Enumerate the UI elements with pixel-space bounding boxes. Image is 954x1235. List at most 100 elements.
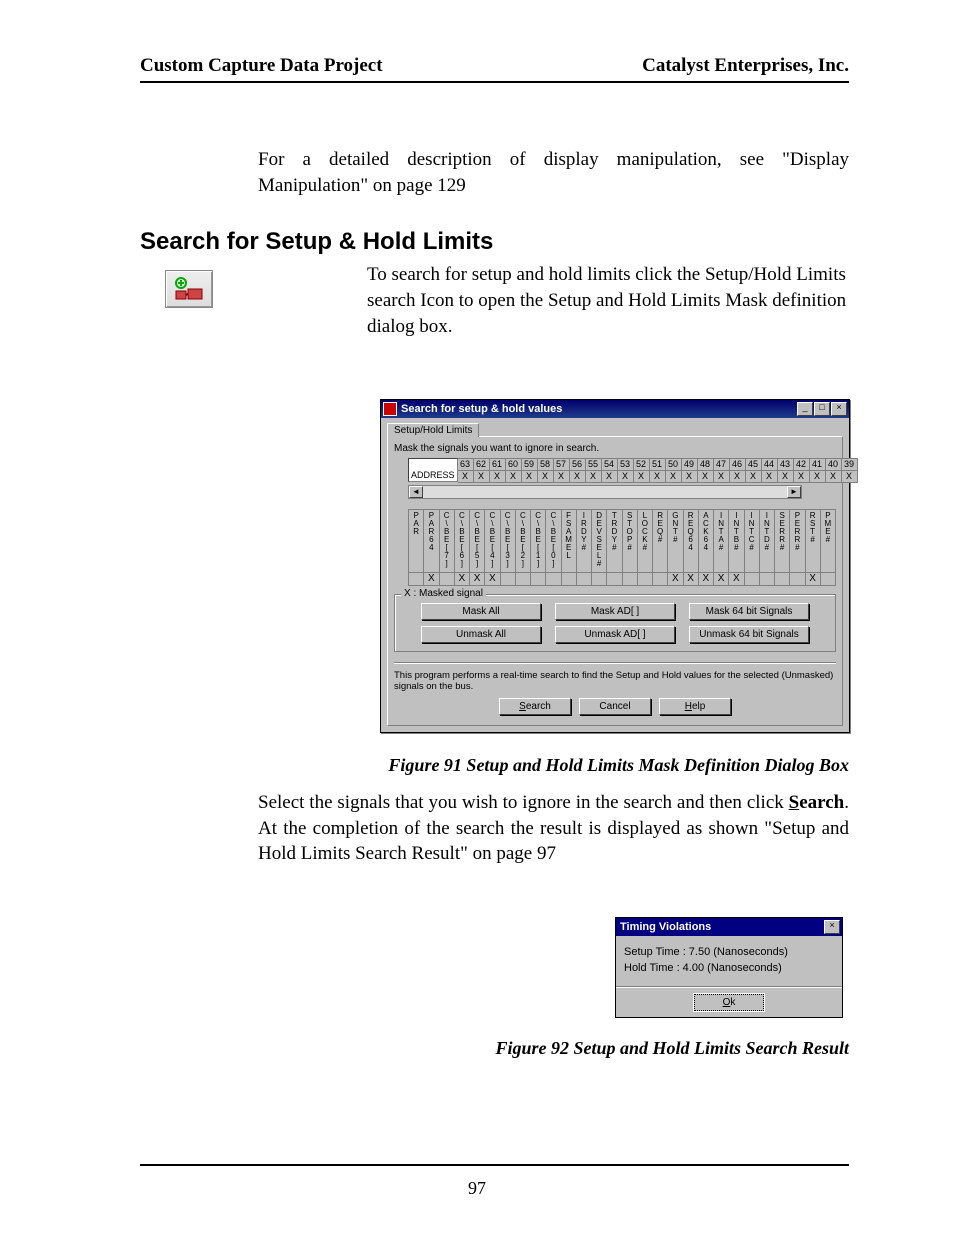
address-bit-mask-cell[interactable]: X: [490, 470, 506, 483]
signal-mask-cell[interactable]: [821, 573, 835, 585]
scroll-right-icon[interactable]: ►: [787, 486, 801, 498]
signal-mask-cell[interactable]: X: [699, 573, 713, 585]
address-bit-mask-cell[interactable]: X: [506, 470, 522, 483]
address-bit-mask-cell[interactable]: X: [730, 470, 746, 483]
setup-hold-dialog: Search for setup & hold values _ □ × Set…: [380, 399, 850, 733]
address-bit-mask-cell[interactable]: X: [698, 470, 714, 483]
address-bit-mask-cell[interactable]: X: [746, 470, 762, 483]
figure-91-caption: Figure 91 Setup and Hold Limits Mask Def…: [140, 755, 849, 776]
address-bit-mask-cell[interactable]: X: [474, 470, 490, 483]
signal-mask-cell[interactable]: [638, 573, 652, 585]
mask-ad-button[interactable]: Mask AD[ ]: [555, 603, 675, 620]
ok-button[interactable]: Ok: [694, 994, 764, 1011]
address-bit-mask-cell[interactable]: X: [794, 470, 810, 483]
dialog2-titlebar[interactable]: Timing Violations ×: [616, 918, 842, 936]
signal-name: C\BE[2]: [516, 510, 530, 573]
address-bit-mask-cell[interactable]: X: [762, 470, 778, 483]
dialog-titlebar[interactable]: Search for setup & hold values _ □ ×: [381, 400, 849, 418]
timing-violations-dialog: Timing Violations × Setup Time : 7.50 (N…: [615, 917, 843, 1018]
address-bit-number: 57: [554, 458, 570, 470]
signal-mask-cell[interactable]: X: [455, 573, 469, 585]
maximize-icon[interactable]: □: [814, 402, 830, 416]
address-bit-number: 58: [538, 458, 554, 470]
signal-name: C\BE[6]: [455, 510, 469, 573]
close-icon[interactable]: ×: [824, 920, 840, 934]
address-bit-mask-cell[interactable]: X: [842, 470, 858, 483]
footer-rule: [140, 1164, 849, 1166]
address-bit-mask-cell[interactable]: X: [778, 470, 794, 483]
mask-64bit-button[interactable]: Mask 64 bit Signals: [689, 603, 809, 620]
address-bit-number: 45: [746, 458, 762, 470]
address-bit-mask-cell[interactable]: X: [570, 470, 586, 483]
signal-mask-cell[interactable]: [440, 573, 454, 585]
address-bit-mask-cell[interactable]: X: [826, 470, 842, 483]
signal-mask-cell[interactable]: X: [806, 573, 820, 585]
signal-mask-cell[interactable]: [592, 573, 606, 585]
signal-mask-cell[interactable]: [775, 573, 789, 585]
signal-mask-cell[interactable]: [760, 573, 774, 585]
signal-name: STOP#: [623, 510, 637, 573]
address-bit-mask-cell[interactable]: X: [538, 470, 554, 483]
signal-mask-cell[interactable]: [501, 573, 515, 585]
signal-mask-cell[interactable]: X: [668, 573, 682, 585]
signal-mask-cell[interactable]: [653, 573, 667, 585]
signal-mask-cell[interactable]: X: [684, 573, 698, 585]
dialog-divider: [394, 662, 836, 664]
address-bit-mask-cell[interactable]: X: [458, 470, 474, 483]
address-label: ADDRESS: [408, 458, 458, 482]
signal-mask-cell[interactable]: [607, 573, 621, 585]
address-bit-mask-cell[interactable]: X: [810, 470, 826, 483]
address-bit-mask-cell[interactable]: X: [554, 470, 570, 483]
address-bit-number: 50: [666, 458, 682, 470]
address-bit-mask-cell[interactable]: X: [618, 470, 634, 483]
close-icon[interactable]: ×: [831, 402, 847, 416]
signal-mask-cell[interactable]: X: [714, 573, 728, 585]
signal-mask-cell[interactable]: [546, 573, 560, 585]
address-scrollbar[interactable]: ◄ ►: [408, 485, 802, 499]
address-bit-mask-cell[interactable]: X: [714, 470, 730, 483]
signal-mask-cell[interactable]: [516, 573, 530, 585]
address-bit-mask-cell[interactable]: X: [666, 470, 682, 483]
address-bit-mask-cell[interactable]: X: [586, 470, 602, 483]
hold-time-line: Hold Time : 4.00 (Nanoseconds): [624, 962, 834, 974]
group-legend: X : Masked signal: [401, 588, 486, 599]
cancel-button[interactable]: Cancel: [579, 698, 651, 715]
signal-mask-cell[interactable]: [623, 573, 637, 585]
page-number: 97: [0, 1178, 954, 1199]
signal-name: IRDY#: [577, 510, 591, 573]
signal-mask-cell[interactable]: [409, 573, 423, 585]
unmask-64bit-button[interactable]: Unmask 64 bit Signals: [689, 626, 809, 643]
unmask-ad-button[interactable]: Unmask AD[ ]: [555, 626, 675, 643]
mask-all-button[interactable]: Mask All: [421, 603, 541, 620]
address-bit-number: 48: [698, 458, 714, 470]
signal-name: RST#: [806, 510, 820, 573]
signal-mask-cell[interactable]: [790, 573, 804, 585]
signal-mask-cell[interactable]: [531, 573, 545, 585]
address-bit-mask-cell[interactable]: X: [650, 470, 666, 483]
signal-name: C\BE[0]: [546, 510, 560, 573]
signal-name: INTC#: [745, 510, 759, 573]
signal-name: ACK64: [699, 510, 713, 573]
signal-mask-cell[interactable]: X: [424, 573, 438, 585]
minimize-icon[interactable]: _: [797, 402, 813, 416]
help-button[interactable]: Help: [659, 698, 731, 715]
address-bit-mask-cell[interactable]: X: [602, 470, 618, 483]
search-button[interactable]: Search: [499, 698, 571, 715]
signal-mask-cell[interactable]: [745, 573, 759, 585]
signal-mask-cell[interactable]: X: [729, 573, 743, 585]
unmask-all-button[interactable]: Unmask All: [421, 626, 541, 643]
signal-name: PAR64: [424, 510, 438, 573]
signal-name: C\BE[7]: [440, 510, 454, 573]
address-bit-number: 43: [778, 458, 794, 470]
signal-mask-cell[interactable]: X: [485, 573, 499, 585]
scroll-left-icon[interactable]: ◄: [409, 486, 423, 498]
tab-setup-hold-limits[interactable]: Setup/Hold Limits: [387, 423, 479, 437]
address-bit-mask-cell[interactable]: X: [634, 470, 650, 483]
address-bit-mask-cell[interactable]: X: [522, 470, 538, 483]
signal-name: LOCK#: [638, 510, 652, 573]
signal-mask-cell[interactable]: X: [470, 573, 484, 585]
signal-mask-cell[interactable]: [577, 573, 591, 585]
address-bit-mask-cell[interactable]: X: [682, 470, 698, 483]
address-bit-number: 59: [522, 458, 538, 470]
signal-mask-cell[interactable]: [562, 573, 576, 585]
